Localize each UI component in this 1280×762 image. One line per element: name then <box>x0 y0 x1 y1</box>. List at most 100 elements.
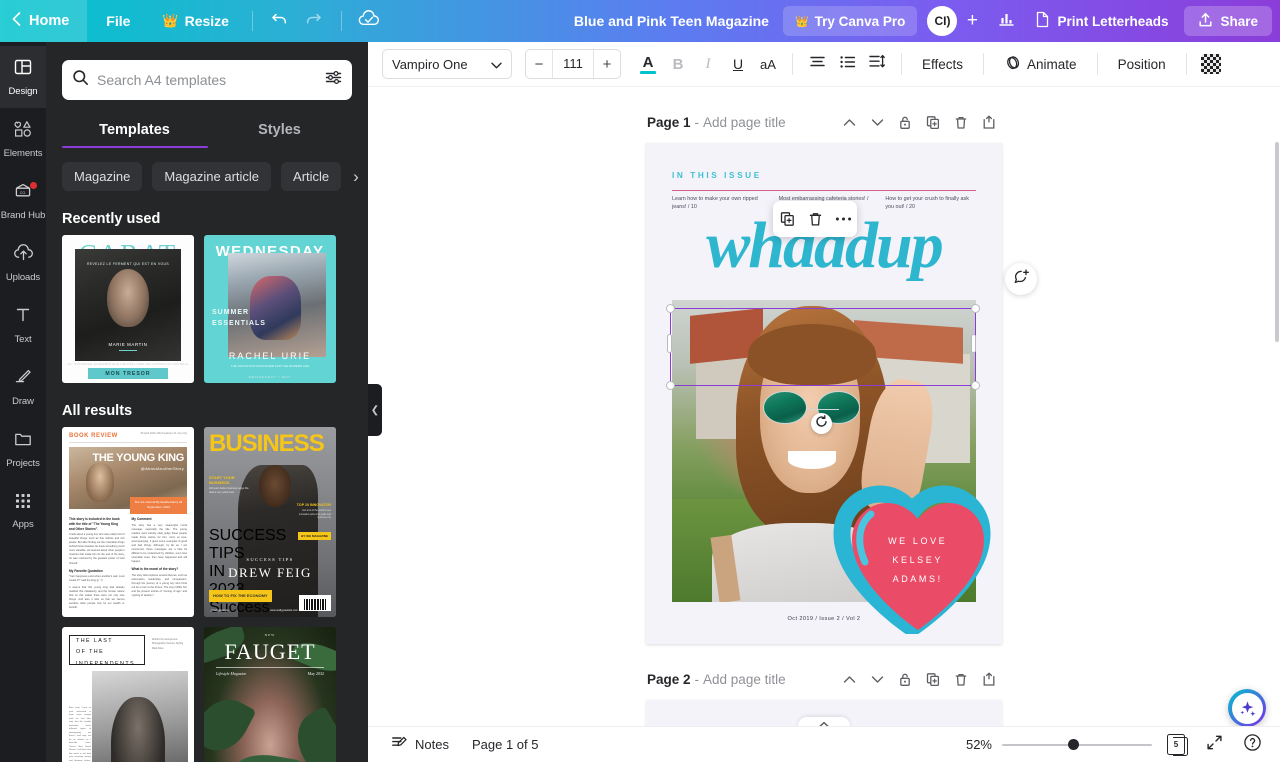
share-button[interactable]: Share <box>1184 6 1272 36</box>
selection-handle-bottom-left[interactable] <box>666 381 675 390</box>
template-thumb-fauget[interactable]: NEW FAUGET Lifestyle Magazine May 2032 1… <box>204 627 336 762</box>
page-grid-icon: 5 <box>1167 734 1188 756</box>
italic-button[interactable]: I <box>693 49 723 79</box>
resize-button[interactable]: 👑 Resize <box>149 6 242 36</box>
bold-button[interactable]: B <box>663 49 693 79</box>
move-page-down-button[interactable] <box>864 109 890 135</box>
zoom-slider-knob[interactable] <box>1068 739 1079 750</box>
add-page-button[interactable] <box>976 666 1002 692</box>
chip-article[interactable]: Article <box>281 162 342 191</box>
template-thumb-carat[interactable]: CARAT REVELEZ LE FERMENT QUI EST EN VOUS… <box>62 235 194 383</box>
duplicate-page-button[interactable] <box>920 109 946 135</box>
thumb-title-box: THE LAST OF THE INDEPENDENTS <box>69 635 145 667</box>
selection-handle-top-left[interactable] <box>666 304 675 313</box>
fullscreen-button[interactable] <box>1200 731 1228 759</box>
heart-sticker[interactable]: WE LOVE KELSEY ADAMS! <box>826 470 998 634</box>
home-button[interactable]: Home <box>0 0 88 42</box>
try-canva-pro-button[interactable]: 👑 Try Canva Pro <box>782 6 918 36</box>
cloud-save-status-button[interactable] <box>352 4 386 38</box>
thumb-col-1: This story is included in the book with … <box>69 517 125 612</box>
move-page-down-button[interactable] <box>864 666 890 692</box>
lock-page-button[interactable] <box>892 109 918 135</box>
delete-element-button[interactable] <box>803 207 827 231</box>
search-input[interactable] <box>97 72 317 88</box>
lock-page-button[interactable] <box>892 666 918 692</box>
letter-case-button[interactable]: aA <box>753 49 783 79</box>
template-thumb-independents[interactable]: THE LAST OF THE INDEPENDENTS Words from … <box>62 627 194 762</box>
add-comment-button[interactable] <box>1005 263 1037 295</box>
selection-handle-left[interactable] <box>667 334 672 353</box>
magazine-footer[interactable]: Oct 2019 / Issue 2 / Vol 2 <box>646 616 1002 622</box>
line-spacing-button[interactable] <box>862 49 892 79</box>
selection-handle-bottom-right[interactable] <box>971 381 980 390</box>
sidebar-item-text[interactable]: Text <box>0 294 46 356</box>
add-page-title-input[interactable]: Add page title <box>703 672 786 687</box>
collapse-panel-button[interactable]: ❮ <box>368 384 382 436</box>
thumb-name: MARIE MARTIN <box>108 342 148 347</box>
thumb-blurb: ALL YOUR REVEAL LE FERMENT ELLE A METTRE… <box>67 361 189 366</box>
redo-button[interactable] <box>297 4 331 38</box>
move-page-up-button[interactable] <box>836 109 862 135</box>
move-page-up-button[interactable] <box>836 666 862 692</box>
font-family-select[interactable]: Vampiro One <box>382 49 512 79</box>
chip-magazine[interactable]: Magazine <box>62 162 143 191</box>
animate-button[interactable]: Animate <box>993 49 1088 79</box>
duplicate-element-button[interactable] <box>775 207 799 231</box>
vertical-scrollbar[interactable] <box>1274 87 1280 735</box>
chip-magazine-article[interactable]: Magazine article <box>152 162 272 191</box>
plus-icon[interactable]: + <box>959 8 985 34</box>
sidebar-item-uploads[interactable]: Uploads <box>0 232 46 294</box>
help-button[interactable] <box>1238 731 1266 759</box>
selection-handle-top-right[interactable] <box>971 304 980 313</box>
pages-scroll-region[interactable]: Page 1 - Add page title IN THIS ISSUE Le… <box>368 87 1280 735</box>
search-box[interactable] <box>62 60 352 100</box>
decrease-font-size-button[interactable]: − <box>526 50 552 78</box>
tab-templates[interactable]: Templates <box>62 114 207 148</box>
effects-button[interactable]: Effects <box>911 49 974 79</box>
tab-styles[interactable]: Styles <box>207 114 352 148</box>
sidebar-item-projects[interactable]: Projects <box>0 418 46 480</box>
add-page-title-input[interactable]: Add page title <box>703 115 786 130</box>
undo-button[interactable] <box>263 4 297 38</box>
selection-handle-right[interactable] <box>971 334 976 353</box>
sidebar-item-apps[interactable]: Apps <box>0 480 46 542</box>
font-size-input[interactable]: 111 <box>552 50 594 78</box>
duplicate-page-button[interactable] <box>920 666 946 692</box>
bullet-list-button[interactable] <box>832 49 862 79</box>
more-options-button[interactable] <box>831 207 855 231</box>
sidebar-item-design[interactable]: Design <box>0 46 46 108</box>
chevron-right-icon[interactable]: › <box>351 167 359 187</box>
notes-button[interactable]: Notes <box>382 731 458 759</box>
transparency-button[interactable] <box>1196 49 1226 79</box>
panel-scroll-region[interactable]: Templates Styles Magazine Magazine artic… <box>46 42 368 762</box>
sidebar-item-draw[interactable]: Draw <box>0 356 46 418</box>
document-title[interactable]: Blue and Pink Teen Magazine <box>560 13 783 29</box>
filter-sliders-icon[interactable] <box>325 70 342 90</box>
magic-studio-button[interactable] <box>1228 689 1266 727</box>
rotate-handle[interactable] <box>811 413 832 434</box>
zoom-value[interactable]: 52% <box>966 737 992 752</box>
page-grid-button[interactable]: 5 <box>1162 731 1190 759</box>
zoom-slider[interactable] <box>1002 737 1152 753</box>
template-thumb-wednesday[interactable]: WEDNESDAY SUMMER ESSENTIALS RACHEL URIE … <box>204 235 336 383</box>
magazine-issue-label[interactable]: IN THIS ISSUE <box>672 171 762 180</box>
text-align-button[interactable] <box>802 49 832 79</box>
template-thumb-business[interactable]: BUSINESS START YOUR BUSINESS We learn be… <box>204 427 336 617</box>
insights-button[interactable] <box>989 4 1023 38</box>
avatar[interactable]: CI) <box>927 6 958 36</box>
file-menu-button[interactable]: File <box>93 6 143 36</box>
font-color-button[interactable]: A <box>633 49 663 79</box>
print-letterheads-button[interactable]: Print Letterheads <box>1023 6 1180 36</box>
template-thumb-young-king[interactable]: BOOK REVIEW 06 April 2022 109 Anywhere S… <box>62 427 194 617</box>
underline-button[interactable]: U <box>723 49 753 79</box>
animate-label: Animate <box>1027 56 1077 72</box>
position-button[interactable]: Position <box>1107 49 1177 79</box>
delete-page-button[interactable] <box>948 109 974 135</box>
increase-font-size-button[interactable]: + <box>594 50 620 78</box>
delete-page-button[interactable] <box>948 666 974 692</box>
sidebar-item-elements[interactable]: Elements <box>0 108 46 170</box>
sidebar-item-brand-hub[interactable]: CO. Brand Hub <box>0 170 46 232</box>
vertical-scroll-thumb[interactable] <box>1274 142 1279 342</box>
add-page-button[interactable] <box>976 109 1002 135</box>
sidebar-item-label: Uploads <box>5 272 41 283</box>
